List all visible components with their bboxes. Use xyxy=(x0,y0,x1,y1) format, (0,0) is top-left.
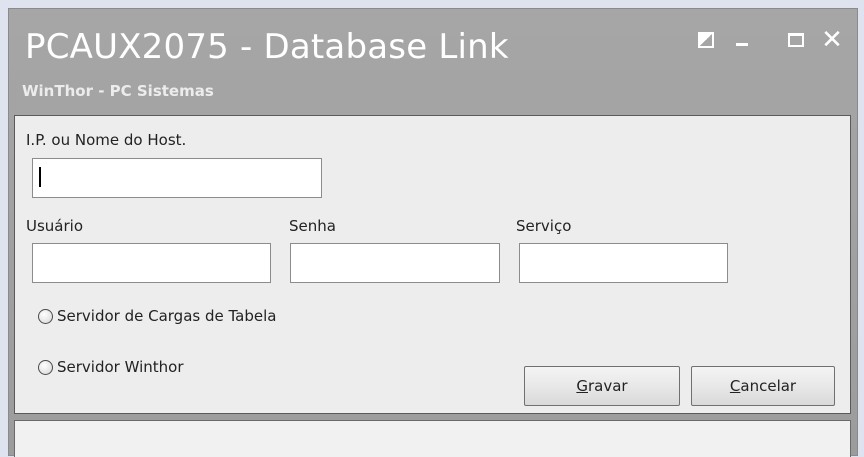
service-label: Serviço xyxy=(516,217,572,235)
user-input[interactable] xyxy=(32,243,271,283)
radio-cargas-tabela[interactable]: Servidor de Cargas de Tabela xyxy=(38,307,276,325)
cancel-button-label: Cancelar xyxy=(729,377,797,395)
restore-glyph xyxy=(698,32,714,48)
save-button[interactable]: Gravar xyxy=(524,366,680,406)
minimize-icon[interactable] xyxy=(731,29,753,51)
window-title: PCAUX2075 - Database Link xyxy=(25,27,509,67)
radio-button[interactable] xyxy=(38,308,53,324)
password-label: Senha xyxy=(289,217,336,235)
service-input[interactable] xyxy=(519,243,728,283)
title-bar[interactable]: PCAUX2075 - Database Link WinThor - PC S… xyxy=(9,9,857,107)
radio-button[interactable] xyxy=(38,359,53,375)
password-input[interactable] xyxy=(290,243,500,283)
dialog-window: PCAUX2075 - Database Link WinThor - PC S… xyxy=(8,8,858,457)
radio-label: Servidor Winthor xyxy=(57,358,184,376)
save-button-label: Gravar xyxy=(576,377,628,395)
host-label: I.P. ou Nome do Host. xyxy=(26,131,187,149)
close-icon[interactable]: ✕ xyxy=(821,27,843,53)
radio-label: Servidor de Cargas de Tabela xyxy=(57,307,277,325)
form-panel: I.P. ou Nome do Host. Usuário Senha Serv… xyxy=(14,115,851,414)
maximize-glyph xyxy=(788,33,804,47)
host-input[interactable] xyxy=(32,158,322,198)
maximize-icon[interactable] xyxy=(785,29,807,51)
status-area xyxy=(14,420,851,457)
text-caret xyxy=(39,167,41,187)
restore-icon[interactable] xyxy=(695,29,717,51)
radio-servidor-winthor[interactable]: Servidor Winthor xyxy=(38,358,184,376)
minimize-glyph xyxy=(736,42,748,46)
user-label: Usuário xyxy=(26,217,84,235)
cancel-button[interactable]: Cancelar xyxy=(691,366,835,406)
window-subtitle: WinThor - PC Sistemas xyxy=(22,82,214,100)
